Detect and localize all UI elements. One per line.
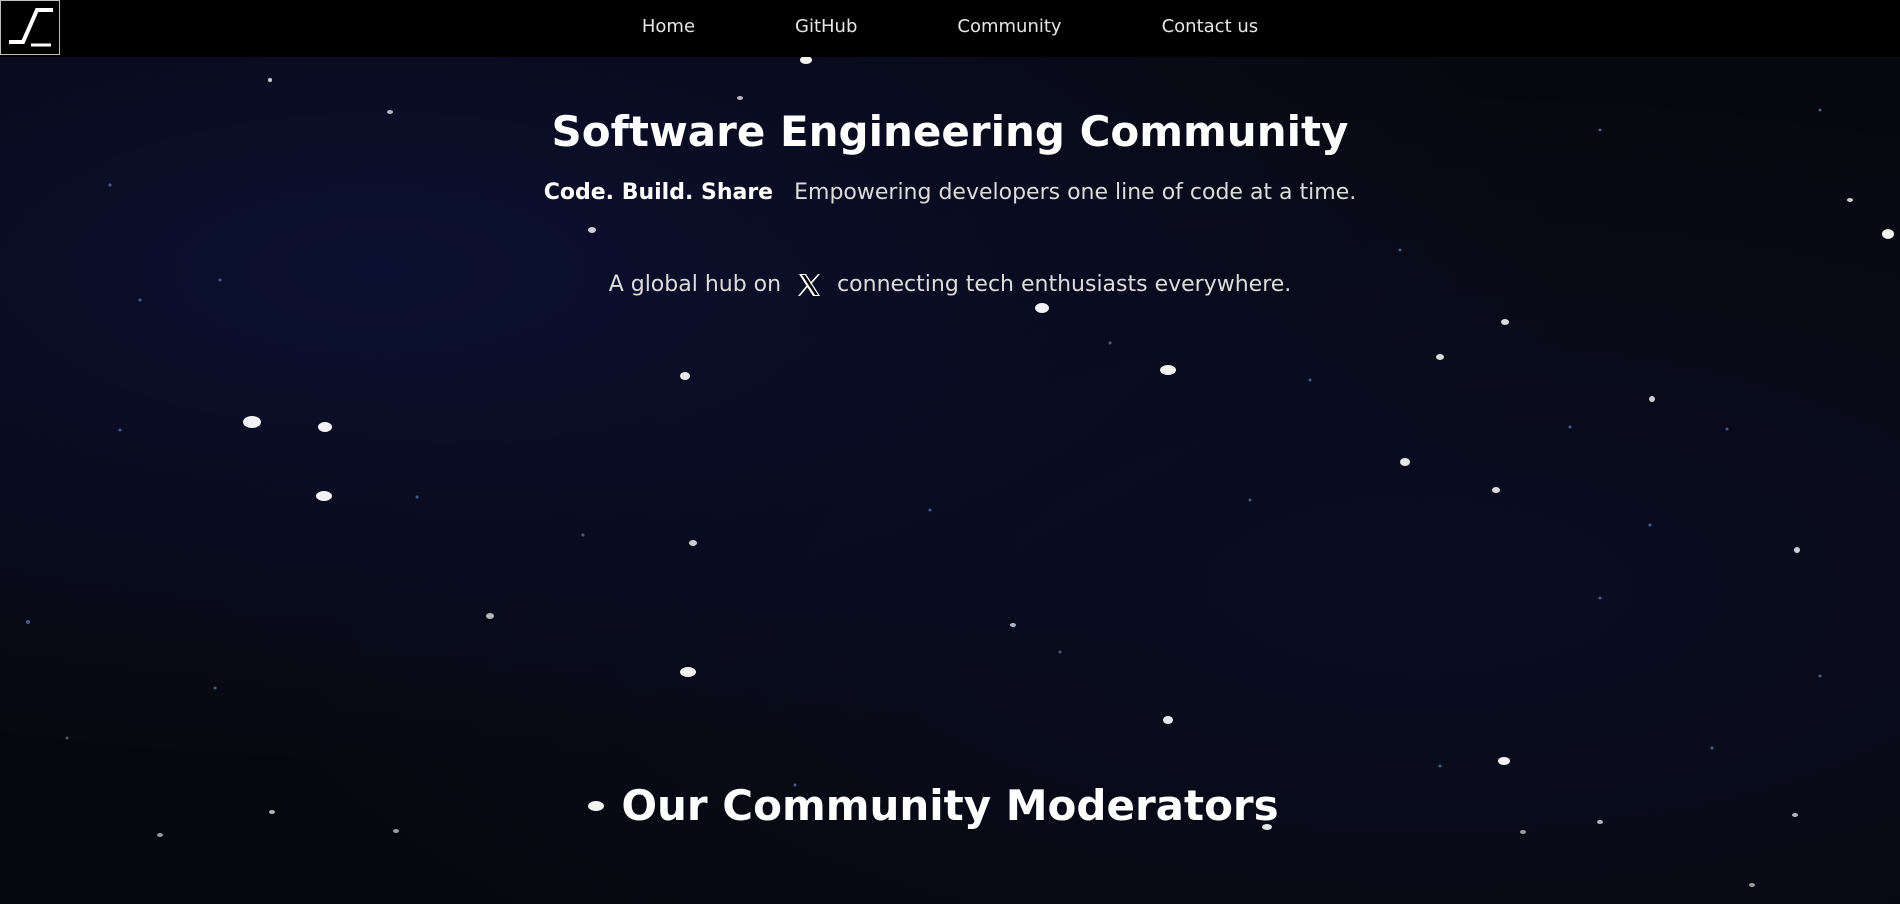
hero-section: Software Engineering Community Code. Bui…	[0, 100, 1900, 300]
hub-prefix: A global hub on	[608, 272, 782, 297]
hub-line: A global hub on connecting tech enthusia…	[0, 270, 1900, 300]
x-logo-icon[interactable]	[795, 271, 823, 299]
tagline-text: Empowering developers one line of code a…	[794, 180, 1357, 205]
nav-link-github[interactable]: GitHub	[795, 16, 857, 37]
nav-links: Home GitHub Community Contact us	[0, 0, 1900, 52]
nav-link-contact-us[interactable]: Contact us	[1162, 16, 1259, 37]
page: Home GitHub Community Contact us Softwar…	[0, 0, 1900, 904]
tagline-bold: Code. Build. Share	[543, 180, 774, 205]
nav-link-community[interactable]: Community	[957, 16, 1061, 37]
top-navbar: Home GitHub Community Contact us	[0, 0, 1900, 57]
hub-suffix: connecting tech enthusiasts everywhere.	[837, 272, 1292, 297]
nav-link-home[interactable]: Home	[642, 16, 695, 37]
hero-title: Software Engineering Community	[551, 107, 1349, 156]
hero-tagline: Code. Build. Share Empowering developers…	[0, 178, 1900, 208]
moderators-section-title: Our Community Moderators	[621, 781, 1279, 830]
